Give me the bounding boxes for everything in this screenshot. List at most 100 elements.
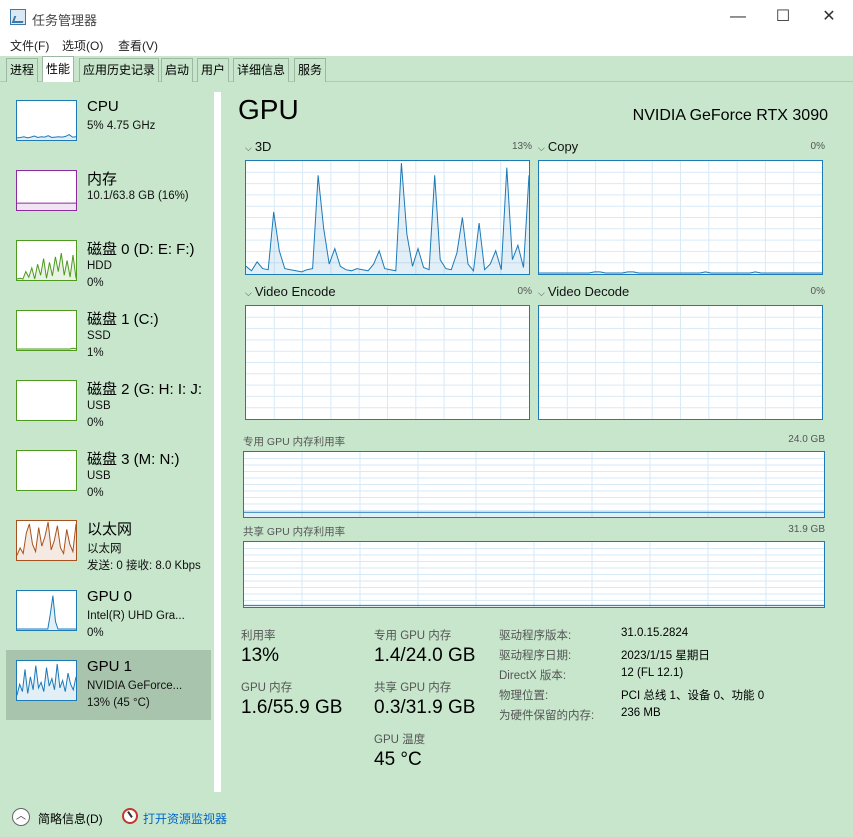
driver-version-value: 31.0.15.2824 [621,627,689,639]
title-bar: 任务管理器 — ☐ ✕ [0,0,853,34]
resource-sidebar: CPU 5% 4.75 GHz 内存 10.1/63.8 GB (16%) 磁盘… [6,90,216,790]
maximize-button[interactable]: ☐ [760,0,806,34]
memory-thumbnail-graph [16,170,77,211]
sidebar-item-usage: 0% [87,417,104,429]
window-title: 任务管理器 [32,13,98,28]
tab-details[interactable]: 详细信息 [233,58,290,82]
sidebar-item-usage: 0% [87,627,104,639]
sidebar-item-detail: 5% 4.75 GHz [87,120,156,132]
disk-0-thumbnail-graph [16,240,77,281]
ethernet-thumbnail-graph [16,520,77,561]
sidebar-scrollbar[interactable] [214,92,221,792]
utilization-value: 13% [241,645,280,666]
sidebar-item-memory[interactable]: 内存 10.1/63.8 GB (16%) [6,160,211,230]
physical-location-value: PCI 总线 1、设备 0、功能 0 [621,690,765,702]
sidebar-item-title: 磁盘 1 (C:) [87,311,159,328]
dedicated-memory-graph [243,451,825,518]
dedicated-memory-stat-value: 1.4/24.0 GB [374,645,476,666]
sidebar-item-type: HDD [87,260,112,272]
footer-bar: ︿ 简略信息(D) 打开资源监视器 [0,801,853,837]
tab-services[interactable]: 服务 [294,58,327,82]
sidebar-item-disk-0[interactable]: 磁盘 0 (D: E: F:) HDD 0% [6,230,211,300]
sidebar-item-model: Intel(R) UHD Gra... [87,610,185,622]
chevron-down-icon: ⌵ [538,143,545,153]
chevron-up-icon[interactable]: ︿ [12,808,30,826]
shared-memory-stat-value: 0.3/31.9 GB [374,697,476,718]
sidebar-item-title: 磁盘 2 (G: H: I: J: [87,381,203,398]
sidebar-item-usage: 0% [87,277,104,289]
sidebar-item-title: 磁盘 3 (M: N:) [87,451,180,468]
dedicated-memory-stat-label: 专用 GPU 内存 [374,630,452,642]
menu-bar: 文件(F) 选项(O) 查看(V) [0,34,853,56]
page-title: GPU [238,94,299,125]
shared-memory-graph [243,541,825,608]
engine-3d-label[interactable]: ⌵ 3D [245,139,271,154]
gpu-1-thumbnail-graph [16,660,77,701]
engine-video-encode-graph [245,305,530,420]
driver-date-value: 2023/1/15 星期日 [621,650,710,662]
menu-options[interactable]: 选项(O) [62,37,103,54]
sidebar-item-usage: 0% [87,487,104,499]
gpu-memory-label: GPU 内存 [241,682,293,694]
sidebar-item-type: USB [87,470,111,482]
shared-memory-stat-label: 共享 GPU 内存 [374,682,452,694]
tab-performance[interactable]: 性能 [42,56,75,83]
close-button[interactable]: ✕ [806,0,852,34]
sidebar-item-type: SSD [87,330,111,342]
driver-version-key: 驱动程序版本: [499,630,572,642]
menu-view[interactable]: 查看(V) [118,37,158,54]
engine-copy-graph [538,160,823,275]
engine-3d-graph [245,160,530,275]
dedicated-memory-max: 24.0 GB [788,434,825,445]
menu-file[interactable]: 文件(F) [10,37,49,54]
engine-video-decode-label[interactable]: ⌵ Video Decode [538,284,629,299]
gpu-model-name: NVIDIA GeForce RTX 3090 [632,107,828,124]
engine-video-encode-label[interactable]: ⌵ Video Encode [245,284,336,299]
tab-app-history[interactable]: 应用历史记录 [79,58,160,82]
sidebar-item-disk-3[interactable]: 磁盘 3 (M: N:) USB 0% [6,440,211,510]
gpu-temperature-label: GPU 温度 [374,734,426,746]
chevron-down-icon: ⌵ [538,288,545,298]
gpu-memory-value: 1.6/55.9 GB [241,697,343,718]
graph-area [244,512,824,517]
tab-strip: 进程 性能 应用历史记录 启动 用户 详细信息 服务 [0,56,853,83]
tab-processes[interactable]: 进程 [6,58,39,82]
sidebar-item-ethernet[interactable]: 以太网 以太网 发送: 0 接收: 8.0 Kbps [6,510,211,580]
fewer-details-button[interactable]: 简略信息(D) [38,810,103,827]
disk-2-thumbnail-graph [16,380,77,421]
shared-memory-max: 31.9 GB [788,524,825,535]
sidebar-item-throughput: 发送: 0 接收: 8.0 Kbps [87,560,201,572]
sidebar-item-disk-1[interactable]: 磁盘 1 (C:) SSD 1% [6,300,211,370]
task-manager-icon [10,9,26,25]
tab-startup[interactable]: 启动 [161,58,194,82]
sidebar-item-usage: 1% [87,347,104,359]
chevron-down-icon: ⌵ [245,288,252,298]
reserved-memory-value: 236 MB [621,707,661,719]
sidebar-item-gpu-1[interactable]: GPU 1 NVIDIA GeForce... 13% (45 °C) [6,650,211,720]
sidebar-item-title: CPU [87,98,119,115]
graph-line [17,595,76,630]
engine-copy-label[interactable]: ⌵ Copy [538,139,578,154]
sidebar-item-gpu-0[interactable]: GPU 0 Intel(R) UHD Gra... 0% [6,580,211,650]
minimize-button[interactable]: — [715,0,761,34]
engine-video-encode-percent: 0% [517,286,532,297]
tab-users[interactable]: 用户 [197,58,230,82]
sidebar-item-disk-2[interactable]: 磁盘 2 (G: H: I: J: USB 0% [6,370,211,440]
sidebar-item-title: GPU 1 [87,658,133,675]
disk-3-thumbnail-graph [16,450,77,491]
resource-monitor-icon[interactable] [122,808,138,824]
sidebar-item-cpu[interactable]: CPU 5% 4.75 GHz [6,90,211,160]
performance-panel: CPU 5% 4.75 GHz 内存 10.1/63.8 GB (16%) 磁盘… [0,82,853,801]
engine-video-decode-percent: 0% [810,286,825,297]
dedicated-memory-label: 专用 GPU 内存利用率 [243,436,346,448]
graph-area [17,203,76,210]
directx-version-key: DirectX 版本: [499,670,567,682]
open-resource-monitor-link[interactable]: 打开资源监视器 [143,810,227,827]
sidebar-item-usage: 13% (45 °C) [87,697,150,709]
reserved-memory-key: 为硬件保留的内存: [499,710,595,722]
graph-area [17,595,76,630]
chevron-down-icon: ⌵ [245,143,252,153]
utilization-label: 利用率 [241,630,276,642]
shared-memory-label: 共享 GPU 内存利用率 [243,526,346,538]
engine-video-decode-graph [538,305,823,420]
